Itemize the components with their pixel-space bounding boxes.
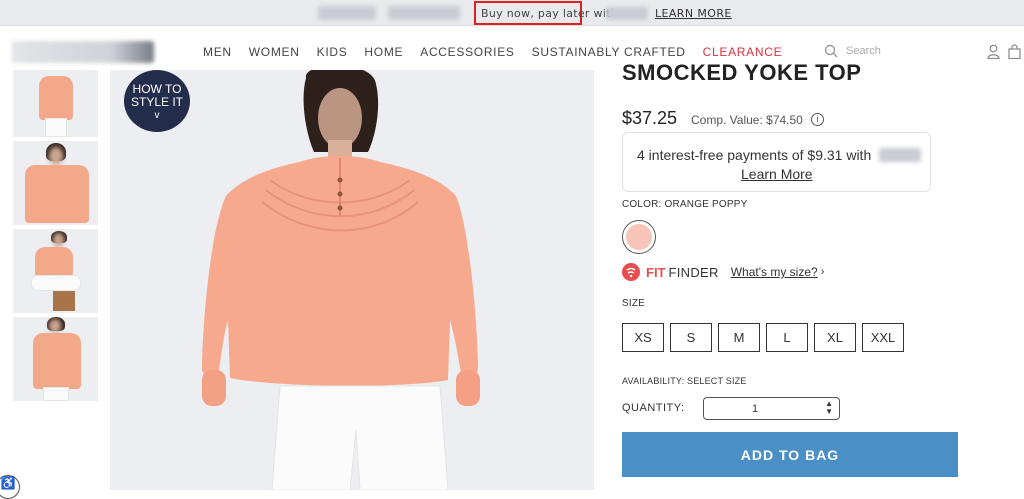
- fit-finder-logo-icon: [622, 263, 640, 281]
- whats-my-size-link[interactable]: What's my size?: [731, 265, 818, 279]
- size-button-l[interactable]: L: [766, 323, 808, 352]
- blurred-provider-logo: [879, 148, 921, 162]
- search-placeholder: Search: [846, 45, 881, 57]
- accessibility-icon[interactable]: ♿: [0, 475, 20, 499]
- add-to-bag-button[interactable]: ADD TO BAG: [622, 432, 958, 477]
- product-price: $37.25: [622, 108, 678, 128]
- promo-learn-more-link[interactable]: LEARN MORE: [655, 7, 732, 20]
- quantity-value: 1: [752, 403, 759, 415]
- installment-box: 4 interest-free payments of $9.31 with L…: [622, 132, 931, 192]
- nav-item-home[interactable]: HOME: [364, 45, 403, 59]
- fit-finder-label: FINDER: [668, 264, 719, 280]
- installment-learn-more-link[interactable]: Learn More: [741, 166, 813, 182]
- thumbnail-list: [13, 70, 98, 405]
- nav-item-women[interactable]: WOMEN: [249, 45, 300, 59]
- size-button-xs[interactable]: XS: [622, 323, 664, 352]
- search-icon: [824, 44, 838, 58]
- blurred-promo-graphic: [388, 6, 460, 20]
- size-label: SIZE: [622, 298, 646, 309]
- product-thumbnail-2[interactable]: [13, 141, 98, 225]
- style-badge-line-2: STYLE IT: [130, 95, 183, 109]
- availability-text: AVAILABILITY: SELECT SIZE: [622, 376, 747, 386]
- nav-item-kids[interactable]: KIDS: [317, 45, 348, 59]
- nav-item-sustainably-crafted[interactable]: SUSTAINABLY CRAFTED: [532, 45, 686, 59]
- quantity-select[interactable]: 1 ▲ ▼: [703, 397, 840, 420]
- size-button-m[interactable]: M: [718, 323, 760, 352]
- quantity-label: QUANTITY:: [622, 402, 685, 414]
- promo-bar: Buy now, pay later with LEARN MORE: [0, 0, 1024, 26]
- info-icon[interactable]: i: [811, 113, 824, 126]
- sort-arrows-icon: ▲ ▼: [825, 399, 833, 416]
- blurred-provider-logo: [606, 7, 648, 20]
- product-thumbnail-1[interactable]: [13, 70, 98, 137]
- search-input[interactable]: Search: [824, 44, 881, 58]
- blurred-promo-graphic: [318, 6, 376, 20]
- nav-item-men[interactable]: MEN: [203, 45, 232, 59]
- bag-icon[interactable]: [1008, 44, 1021, 59]
- fit-finder: FIT FINDER What's my size? ›: [622, 263, 824, 281]
- nav-item-accessories[interactable]: ACCESSORIES: [420, 45, 514, 59]
- site-logo[interactable]: [12, 41, 154, 63]
- account-icon[interactable]: [987, 44, 1000, 59]
- installment-text: 4 interest-free payments of $9.31 with: [637, 147, 872, 163]
- chevron-down-icon: v: [154, 110, 160, 121]
- main-nav: MEN WOMEN KIDS HOME ACCESSORIES SUSTAINA…: [203, 45, 799, 59]
- color-swatch-orange-poppy[interactable]: [622, 220, 656, 254]
- main-product-image[interactable]: [110, 70, 594, 490]
- size-options: XS S M L XL XXL: [622, 323, 904, 352]
- fit-finder-label-bold: FIT: [646, 264, 666, 280]
- size-button-xl[interactable]: XL: [814, 323, 856, 352]
- header-icons: [987, 44, 1021, 59]
- how-to-style-it-button[interactable]: HOW TO STYLE IT v: [124, 70, 190, 132]
- product-thumbnail-3[interactable]: [13, 229, 98, 313]
- model-illustration: [202, 70, 480, 490]
- promo-text: Buy now, pay later with: [481, 7, 619, 20]
- size-button-s[interactable]: S: [670, 323, 712, 352]
- size-button-xxl[interactable]: XXL: [862, 323, 904, 352]
- nav-item-clearance[interactable]: CLEARANCE: [703, 45, 783, 59]
- product-title: SMOCKED YOKE TOP: [622, 60, 862, 80]
- product-thumbnail-4[interactable]: [13, 317, 98, 401]
- color-label: COLOR: ORANGE POPPY: [622, 199, 748, 210]
- comp-value: Comp. Value: $74.50: [691, 113, 803, 127]
- chevron-right-icon: ›: [820, 266, 825, 278]
